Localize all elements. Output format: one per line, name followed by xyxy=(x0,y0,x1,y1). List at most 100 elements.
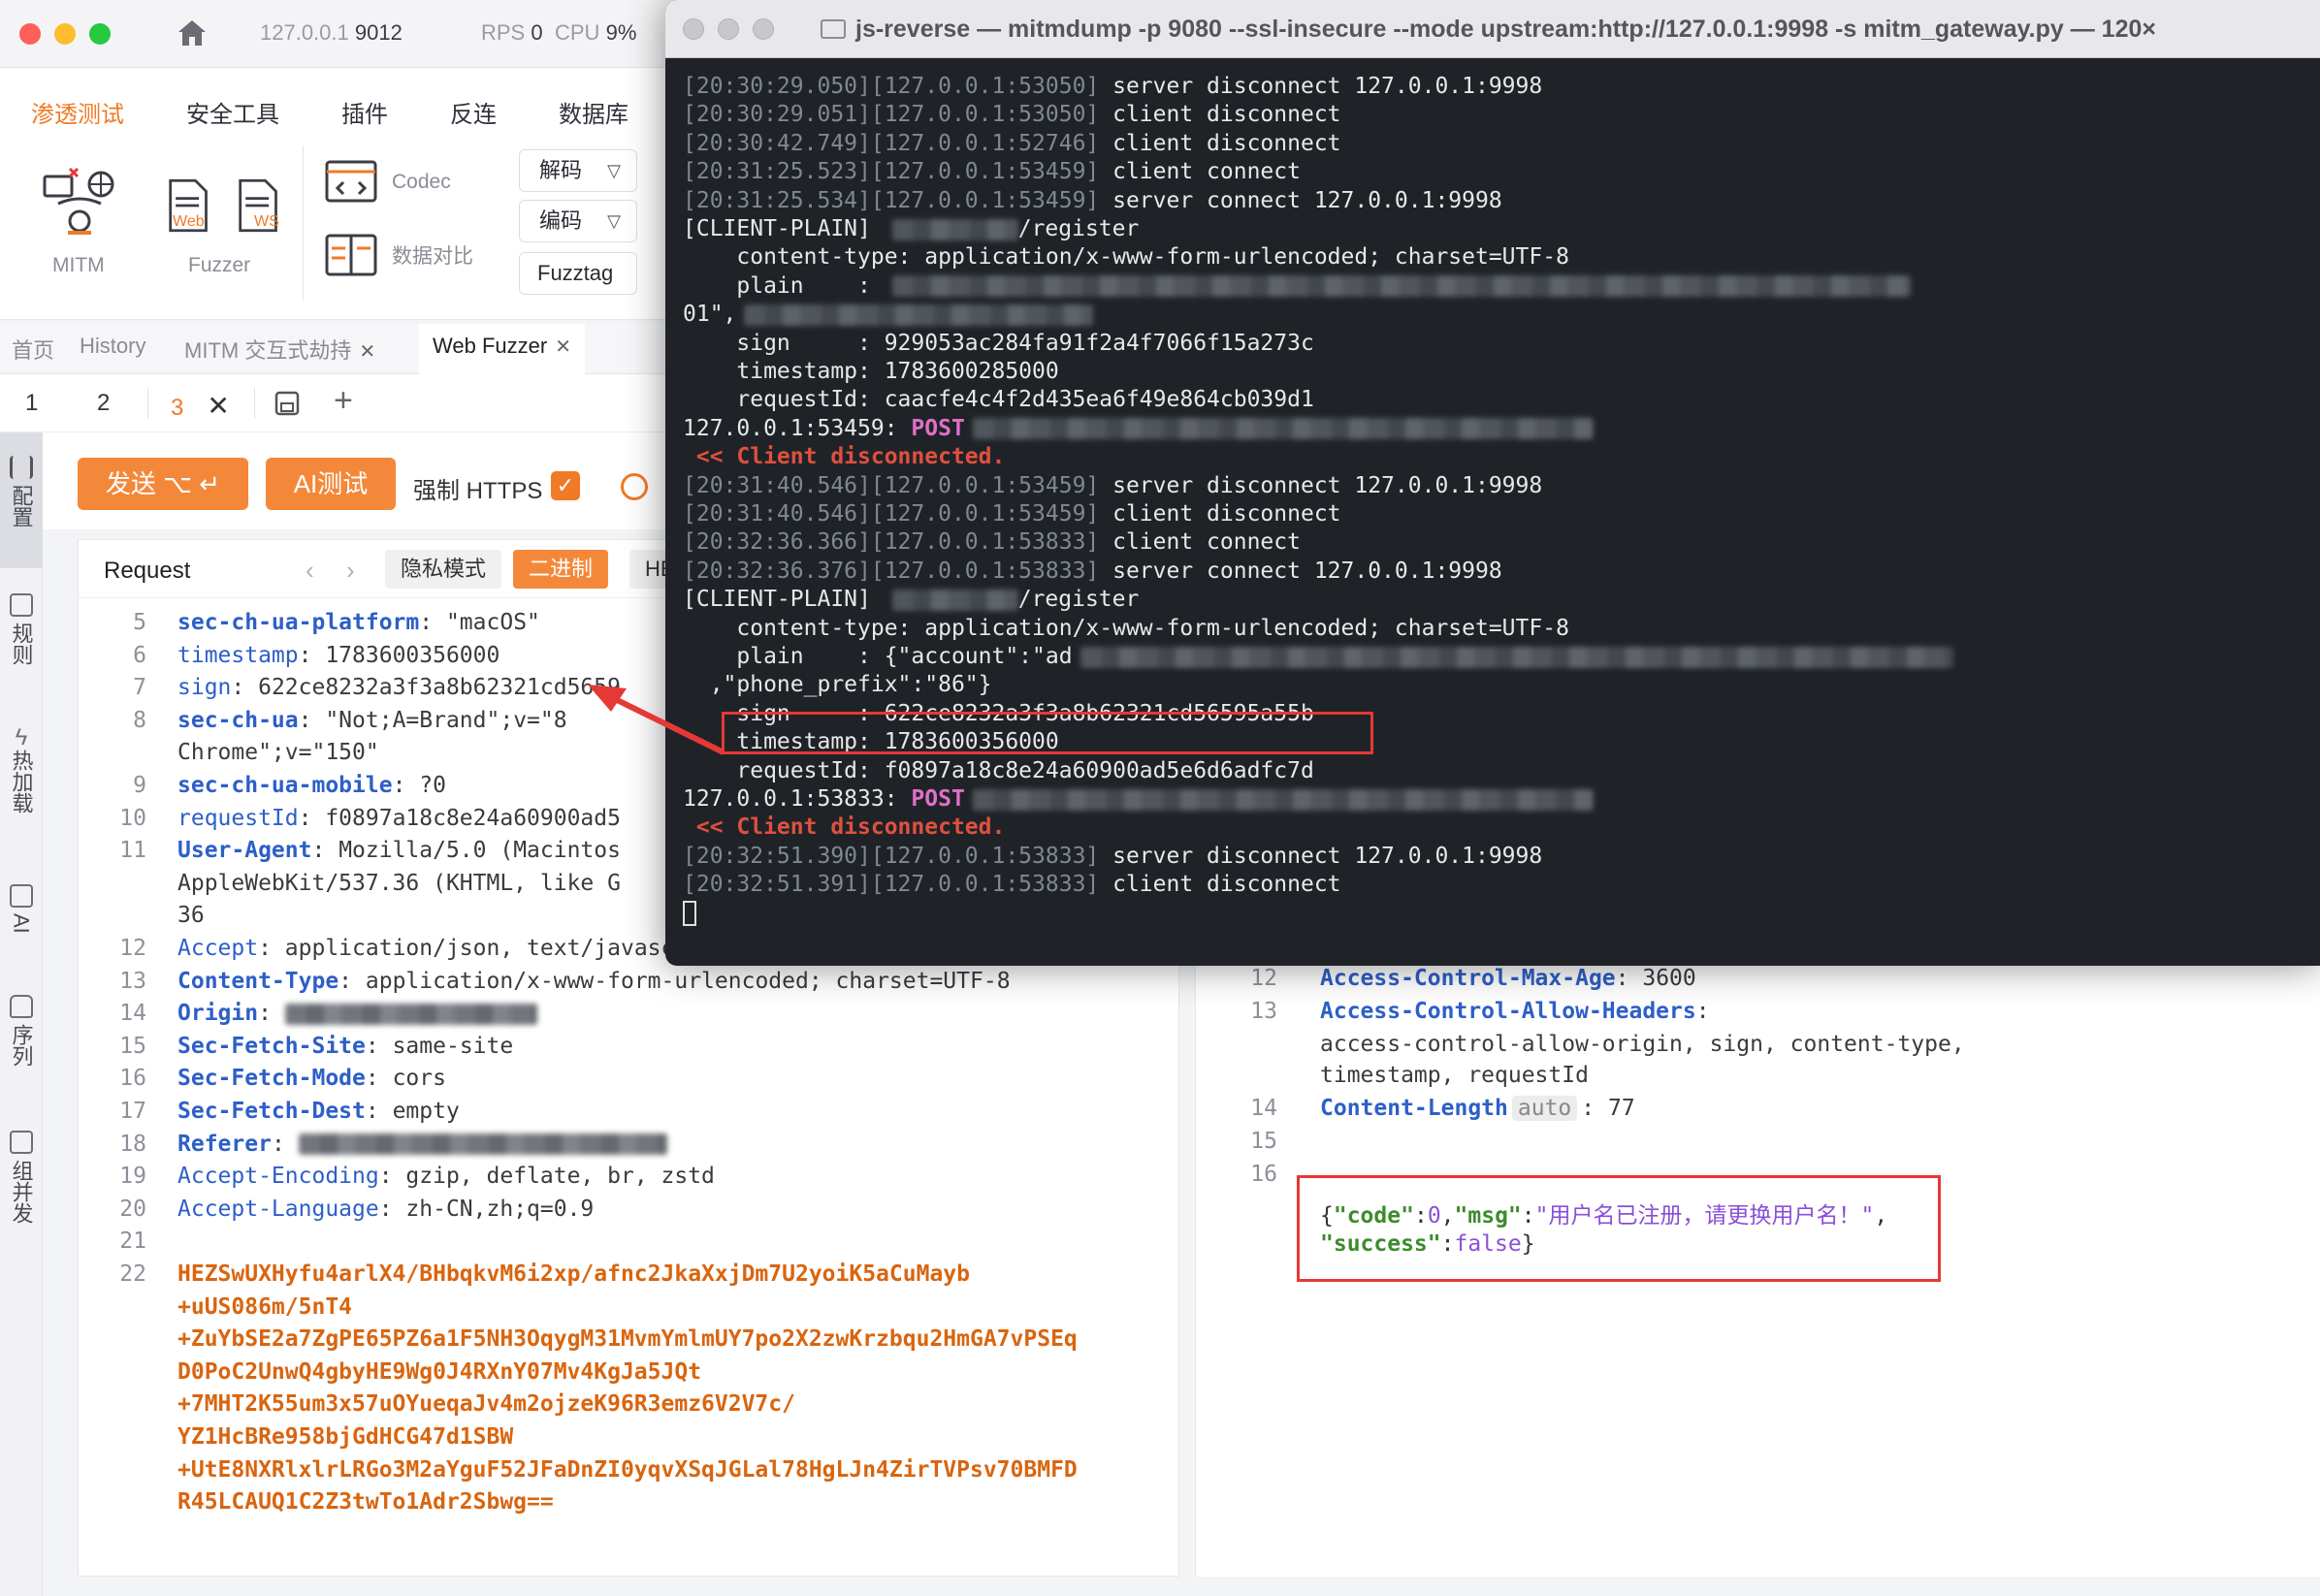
terminal-line: [20:32:51.391][127.0.0.1:53833] client d… xyxy=(683,870,1341,899)
nav-rules[interactable]: 规则 xyxy=(0,593,43,700)
header-colon: : xyxy=(419,610,446,635)
tab-mitm-label: MITM 交互式劫持 xyxy=(184,338,352,363)
log-path: /register xyxy=(1017,216,1140,241)
ai-test-button[interactable]: AI测试 xyxy=(266,458,396,510)
line-content: sec-ch-ua-mobile: ?0 xyxy=(177,773,446,798)
header-key: Content-Length xyxy=(1320,1096,1508,1121)
header-value: Mozilla/5.0 (Macintos xyxy=(338,838,621,864)
terminal-line: 01", xyxy=(683,300,1094,329)
log-message: server disconnect 127.0.0.1:9998 xyxy=(1099,472,1543,498)
zoom-window-button[interactable] xyxy=(753,18,774,40)
line-number: 7 xyxy=(133,675,146,701)
request-line: 14 Origin: xyxy=(79,1001,1178,1036)
page-tabs: 首页 History MITM 交互式劫持 ✕ Web Fuzzer ✕ xyxy=(0,324,679,374)
header-value: Chrome";v="150" xyxy=(177,740,379,766)
log-timestamp: [20:30:29.051][127.0.0.1:53050] xyxy=(683,102,1100,128)
close-icon[interactable]: ✕ xyxy=(359,341,375,363)
terminal-line: [20:31:40.546][127.0.0.1:53459] client d… xyxy=(683,499,1341,528)
log-message: requestId: caacfe4c4f2d435ea6f49e864cb03… xyxy=(683,387,1314,413)
redacted-text xyxy=(972,418,1594,440)
header-colon: : xyxy=(311,838,339,864)
encode-label: 编码 xyxy=(539,208,583,233)
mitm-icon[interactable] xyxy=(41,165,118,242)
nav-sequence[interactable]: 序列 xyxy=(0,995,43,1092)
chevron-left-icon[interactable]: ‹ xyxy=(306,556,314,586)
send-button[interactable]: 发送 ⌥ ↵ xyxy=(78,458,248,510)
log-message: client disconnect xyxy=(1099,872,1341,898)
terminal-line: [20:30:29.050][127.0.0.1:53050] server d… xyxy=(683,72,1542,101)
home-icon[interactable] xyxy=(173,14,211,52)
header-colon: : xyxy=(258,1001,285,1027)
fuzztag-button[interactable]: Fuzztag xyxy=(519,252,637,295)
log-timestamp: [20:31:40.546][127.0.0.1:53459] xyxy=(683,501,1100,527)
menu-database[interactable]: 数据库 xyxy=(559,95,628,129)
request-body-text: R45LCAUQ1C2Z3twTo1Adr2Sbwg== xyxy=(177,1489,554,1516)
clock-icon[interactable] xyxy=(621,473,648,500)
binary-button[interactable]: 二进制 xyxy=(513,550,609,589)
force-https-checkbox[interactable]: ✓ xyxy=(551,471,580,500)
web-label: Web xyxy=(173,213,205,230)
nav-hotload[interactable]: ϟ 热加载 xyxy=(0,725,43,842)
header-value: access-control-allow-origin, sign, conte… xyxy=(1320,1032,1965,1057)
header-key: Sec-Fetch-Mode xyxy=(177,1066,366,1092)
line-number: 16 xyxy=(1250,1162,1277,1187)
tab-history[interactable]: History xyxy=(80,334,145,359)
tab-home[interactable]: 首页 xyxy=(12,334,54,365)
codec-icon[interactable] xyxy=(324,159,378,206)
menu-reverse[interactable]: 反连 xyxy=(450,95,497,129)
terminal-output[interactable]: [20:30:29.050][127.0.0.1:53050] server d… xyxy=(665,58,2320,966)
close-icon[interactable]: ✕ xyxy=(555,336,571,358)
request-line: YZ1HcBRe958bjGdHCG47d1SBW xyxy=(79,1424,1178,1459)
header-value: 622ce8232a3f3a8b62321cd5659 xyxy=(258,675,621,701)
log-message: plain : xyxy=(683,272,885,299)
close-icon[interactable]: ✕ xyxy=(207,391,229,421)
log-timestamp: [20:31:25.534][127.0.0.1:53459] xyxy=(683,187,1100,213)
cursor xyxy=(683,901,696,927)
nav-ai[interactable]: AI xyxy=(0,884,43,962)
menu-plugins[interactable]: 插件 xyxy=(341,95,388,129)
tab-mitm[interactable]: MITM 交互式劫持 ✕ xyxy=(184,334,375,365)
subtab-2[interactable]: 2 xyxy=(97,390,110,417)
save-icon[interactable] xyxy=(274,390,301,417)
subtab-1[interactable]: 1 xyxy=(25,390,38,417)
header-colon: : xyxy=(298,805,326,831)
decode-label: 解码 xyxy=(539,158,583,182)
header-colon: : xyxy=(338,968,366,994)
fuzzer-label: Fuzzer xyxy=(188,254,251,276)
encode-dropdown[interactable]: 编码 ▽ xyxy=(519,200,637,242)
left-nav: 配置 规则 ϟ 热加载 AI 序列 组并发 xyxy=(0,432,43,1596)
log-message: 01", xyxy=(683,302,737,328)
log-message: server connect 127.0.0.1:9998 xyxy=(1099,558,1502,584)
close-window-button[interactable] xyxy=(683,18,704,40)
terminal-window: js-reverse — mitmdump -p 9080 --ssl-inse… xyxy=(665,0,2320,966)
tab-web-fuzzer[interactable]: Web Fuzzer ✕ xyxy=(419,324,585,374)
line-number: 12 xyxy=(119,936,146,961)
codec-label[interactable]: Codec xyxy=(392,171,451,194)
menu-pentest[interactable]: 渗透测试 xyxy=(31,95,124,129)
add-tab-icon[interactable]: + xyxy=(334,382,353,420)
tab-web-fuzzer-label: Web Fuzzer xyxy=(433,334,548,358)
nav-config[interactable]: 配置 xyxy=(0,432,43,568)
compare-icon[interactable] xyxy=(324,233,378,279)
zoom-window-button[interactable] xyxy=(89,23,111,45)
annotation-arrow xyxy=(588,685,725,755)
header-colon: : xyxy=(258,936,285,961)
terminal-line: requestId: caacfe4c4f2d435ea6f49e864cb03… xyxy=(683,385,1314,414)
minimize-window-button[interactable] xyxy=(718,18,739,40)
ws-label: WS xyxy=(254,213,279,230)
menu-security-tools[interactable]: 安全工具 xyxy=(186,95,279,129)
compare-label[interactable]: 数据对比 xyxy=(392,240,473,270)
header-colon: : xyxy=(365,1099,393,1124)
privacy-mode-button[interactable]: 隐私模式 xyxy=(385,550,502,589)
nav-concurrent-label: 组并发 xyxy=(9,1160,34,1224)
chevron-right-icon[interactable]: › xyxy=(346,556,355,586)
force-https-label: 强制 HTTPS xyxy=(413,478,543,504)
terminal-line: [20:30:29.051][127.0.0.1:53050] client d… xyxy=(683,100,1341,129)
subtab-3[interactable]: 3 ✕ xyxy=(171,390,230,422)
close-window-button[interactable] xyxy=(19,23,41,45)
line-content: Referer: xyxy=(177,1132,667,1157)
decode-dropdown[interactable]: 解码 ▽ xyxy=(519,149,637,192)
minimize-window-button[interactable] xyxy=(54,23,76,45)
nav-concurrent[interactable]: 组并发 xyxy=(0,1131,43,1247)
header-value: "macOS" xyxy=(445,610,540,635)
